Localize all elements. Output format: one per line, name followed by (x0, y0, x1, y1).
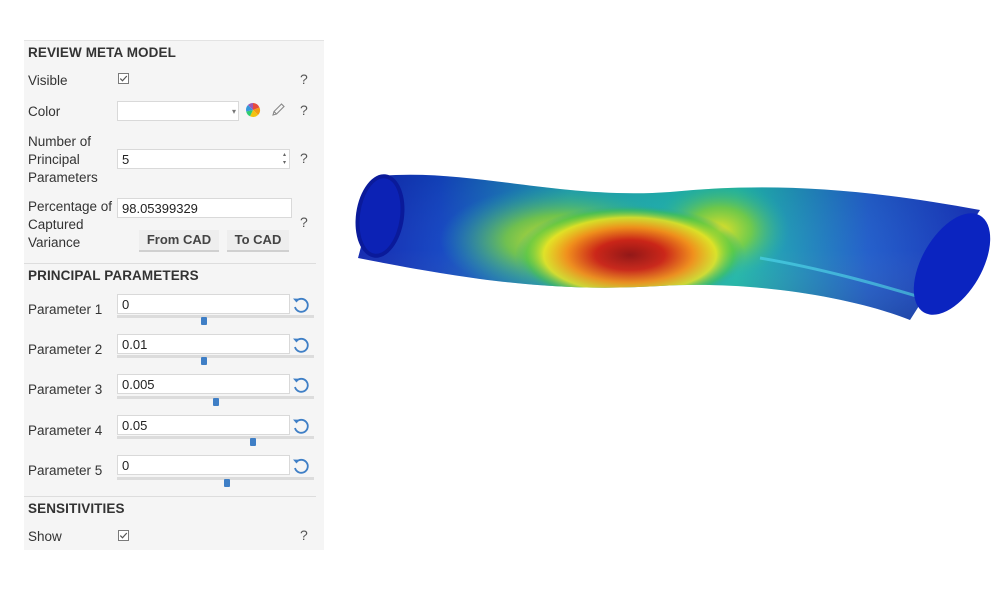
properties-panel: REVIEW META MODEL Visible ? Color ▾ ? Nu… (24, 40, 324, 550)
parameter-label: Parameter 2 (28, 342, 103, 357)
show-checkbox[interactable] (118, 529, 129, 544)
reset-icon[interactable] (290, 455, 312, 477)
parameter-slider-track[interactable] (117, 436, 314, 439)
num-params-label-line: Principal (28, 152, 80, 167)
num-params-stepper[interactable]: 5 ▴ ▾ (117, 149, 290, 169)
parameter-slider-track[interactable] (117, 477, 314, 480)
help-icon[interactable]: ? (300, 102, 308, 118)
color-select[interactable]: ▾ (117, 101, 239, 121)
parameter-slider-track[interactable] (117, 315, 314, 318)
parameter-label: Parameter 4 (28, 423, 103, 438)
parameter-input[interactable]: 0.005 (117, 374, 290, 394)
reset-icon[interactable] (290, 334, 312, 356)
parameter-label: Parameter 5 (28, 463, 103, 478)
parameter-slider-thumb[interactable] (200, 317, 207, 325)
num-params-label: Number of Principal Parameters (28, 133, 98, 187)
visible-label: Visible (28, 73, 68, 88)
help-icon[interactable]: ? (300, 150, 308, 166)
parameter-input[interactable]: 0.05 (117, 415, 290, 435)
section-title-sensitivities: SENSITIVITIES (28, 501, 125, 516)
parameter-slider-thumb[interactable] (212, 398, 219, 406)
variance-label: Percentage of Captured Variance (28, 198, 112, 252)
reset-icon[interactable] (290, 415, 312, 437)
section-title-review-meta-model: REVIEW META MODEL (28, 45, 176, 60)
from-cad-button[interactable]: From CAD (139, 230, 219, 252)
pencil-icon[interactable] (270, 102, 286, 118)
variance-field[interactable]: 98.05399329 (117, 198, 292, 218)
color-wheel-icon[interactable] (245, 102, 261, 118)
variance-label-line: Variance (28, 235, 81, 250)
chevron-down-icon: ▾ (231, 107, 236, 116)
parameter-label: Parameter 3 (28, 382, 103, 397)
parameter-slider-thumb[interactable] (249, 438, 256, 446)
reset-icon[interactable] (290, 294, 312, 316)
checkbox-checked-icon (118, 73, 129, 84)
reset-icon[interactable] (290, 374, 312, 396)
color-label: Color (28, 104, 61, 119)
parameter-slider-track[interactable] (117, 355, 314, 358)
stepper-arrows-icon[interactable]: ▴ ▾ (283, 151, 286, 167)
help-icon[interactable]: ? (300, 527, 308, 543)
section-title-principal-parameters: PRINCIPAL PARAMETERS (28, 268, 199, 283)
to-cad-button[interactable]: To CAD (227, 230, 289, 252)
parameter-input[interactable]: 0 (117, 455, 290, 475)
parameter-label: Parameter 1 (28, 302, 103, 317)
variance-label-line: Percentage of (28, 199, 113, 214)
parameter-slider-thumb[interactable] (200, 357, 207, 365)
num-params-label-line: Parameters (28, 170, 98, 185)
parameter-slider-thumb[interactable] (224, 479, 231, 487)
help-icon[interactable]: ? (300, 71, 308, 87)
checkbox-checked-icon (118, 530, 129, 541)
num-params-label-line: Number of (28, 134, 92, 149)
show-label: Show (28, 529, 62, 544)
3d-viewport[interactable] (340, 150, 1000, 350)
num-params-value: 5 (122, 152, 130, 167)
parameter-input[interactable]: 0 (117, 294, 290, 314)
parameter-input[interactable]: 0.01 (117, 334, 290, 354)
section-divider (24, 263, 316, 264)
section-divider (24, 496, 316, 497)
help-icon[interactable]: ? (300, 214, 308, 230)
variance-label-line: Captured (28, 217, 84, 232)
meta-model-shape[interactable] (340, 150, 1000, 350)
visible-checkbox[interactable] (118, 72, 129, 87)
